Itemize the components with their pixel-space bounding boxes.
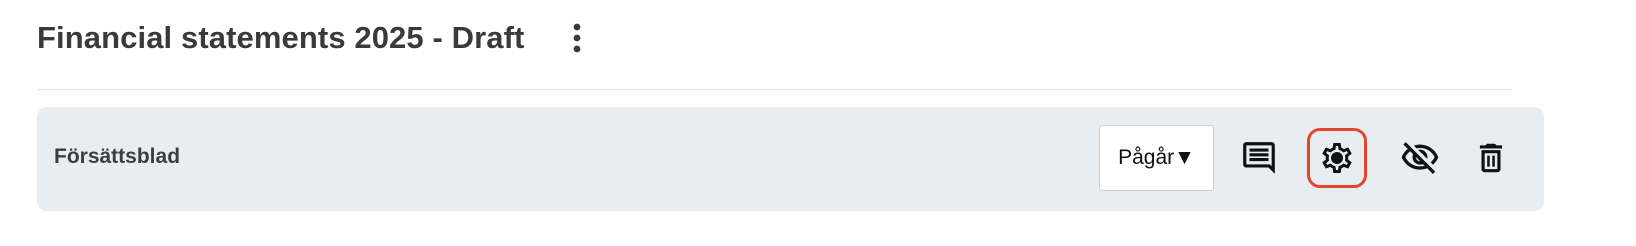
eye-off-icon: [1401, 142, 1439, 174]
comment-button[interactable]: [1230, 129, 1288, 187]
section-title: Försättsblad: [54, 145, 181, 168]
header-divider: [37, 89, 1512, 90]
gear-icon: [1322, 143, 1352, 173]
settings-button[interactable]: [1307, 128, 1367, 188]
page-title: Financial statements 2025 - Draft: [37, 20, 525, 55]
status-dropdown-value: Pågår: [1118, 146, 1175, 169]
page-header: Financial statements 2025 - Draft: [37, 14, 590, 62]
comment-icon: [1243, 142, 1275, 174]
kebab-vertical-icon: [574, 23, 581, 53]
trash-icon: [1479, 143, 1503, 173]
more-options-button[interactable]: [564, 18, 590, 58]
section-row: Försättsblad Pågår ▼: [37, 107, 1544, 211]
hide-button[interactable]: [1391, 129, 1449, 187]
status-dropdown[interactable]: Pågår ▼: [1099, 125, 1214, 191]
delete-button[interactable]: [1462, 129, 1520, 187]
chevron-down-icon: ▼: [1174, 146, 1195, 169]
page: Financial statements 2025 - Draft Försät…: [0, 0, 1636, 246]
